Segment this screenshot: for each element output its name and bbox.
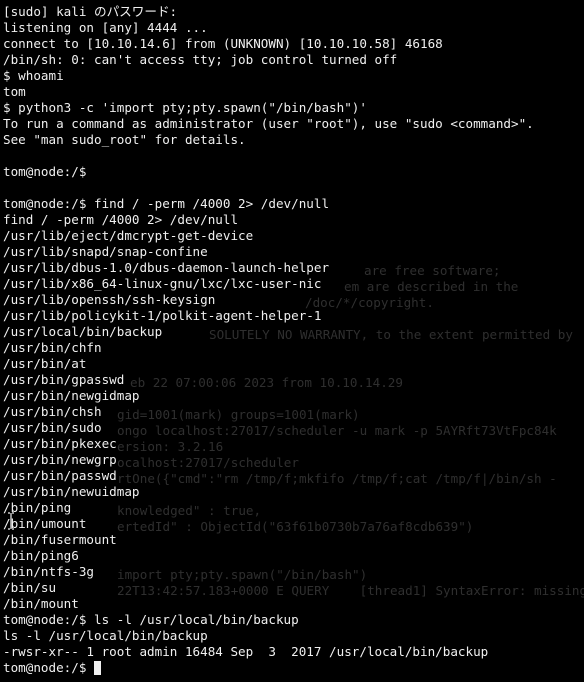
- terminal-line: /bin/ntfs-3g: [3, 564, 94, 579]
- terminal-line: /usr/bin/newgidmap: [3, 388, 140, 403]
- terminal-line: [sudo] kali のパスワード:: [3, 4, 178, 19]
- terminal-output[interactable]: [sudo] kali のパスワード: listening on [any] 4…: [3, 4, 534, 676]
- terminal-line: /bin/ping: [3, 500, 72, 515]
- block-cursor: [94, 661, 101, 675]
- terminal-line: To run a command as administrator (user …: [3, 116, 534, 131]
- terminal-line: tom@node:/$ find / -perm /4000 2> /dev/n…: [3, 196, 330, 211]
- terminal-line: tom: [3, 84, 26, 99]
- terminal-line: find / -perm /4000 2> /dev/null: [3, 212, 239, 227]
- terminal-line: /bin/ping6: [3, 548, 79, 563]
- terminal-line: /bin/mount: [3, 596, 79, 611]
- terminal-line: /usr/bin/sudo: [3, 420, 102, 435]
- terminal-line: $ whoami: [3, 68, 64, 83]
- terminal-line: /usr/bin/newuidmap: [3, 484, 140, 499]
- terminal-line: /bin/umount: [3, 516, 87, 531]
- terminal-line: tom@node:/$: [3, 164, 87, 179]
- terminal-line: listening on [any] 4444 ...: [3, 20, 208, 35]
- terminal-line: /usr/lib/policykit-1/polkit-agent-helper…: [3, 308, 322, 323]
- terminal-line: /usr/local/bin/backup: [3, 324, 163, 339]
- terminal-line: $ python3 -c 'import pty;pty.spawn("/bin…: [3, 100, 367, 115]
- terminal-line: tom@node:/$ ls -l /usr/local/bin/backup: [3, 612, 299, 627]
- terminal-window[interactable]: are free software; em are described in t…: [0, 0, 584, 682]
- terminal-line: /usr/lib/dbus-1.0/dbus-daemon-launch-hel…: [3, 260, 330, 275]
- terminal-line: /usr/lib/openssh/ssh-keysign: [3, 292, 216, 307]
- terminal-line: /usr/bin/pkexec: [3, 436, 117, 451]
- terminal-line: /usr/bin/chfn: [3, 340, 102, 355]
- terminal-line: /bin/fusermount: [3, 532, 117, 547]
- i-beam-cursor-icon: [8, 512, 14, 530]
- terminal-line: /bin/sh: 0: can't access tty; job contro…: [3, 52, 398, 67]
- terminal-line: connect to [10.10.14.6] from (UNKNOWN) […: [3, 36, 443, 51]
- terminal-line: /usr/bin/newgrp: [3, 452, 117, 467]
- terminal-line: /usr/bin/chsh: [3, 404, 102, 419]
- terminal-line: /usr/lib/x86_64-linux-gnu/lxc/lxc-user-n…: [3, 276, 322, 291]
- terminal-line: See "man sudo_root" for details.: [3, 132, 246, 147]
- terminal-input-line[interactable]: tom@node:/$: [3, 660, 534, 676]
- terminal-line: /usr/bin/passwd: [3, 468, 117, 483]
- terminal-line: /usr/bin/gpasswd: [3, 372, 125, 387]
- terminal-line: /usr/lib/eject/dmcrypt-get-device: [3, 228, 254, 243]
- terminal-line: /usr/bin/at: [3, 356, 87, 371]
- terminal-line: /usr/lib/snapd/snap-confine: [3, 244, 208, 259]
- terminal-line: -rwsr-xr-- 1 root admin 16484 Sep 3 2017…: [3, 644, 489, 659]
- terminal-line: /bin/su: [3, 580, 57, 595]
- terminal-line: ls -l /usr/local/bin/backup: [3, 628, 208, 643]
- terminal-prompt: tom@node:/$: [3, 660, 94, 675]
